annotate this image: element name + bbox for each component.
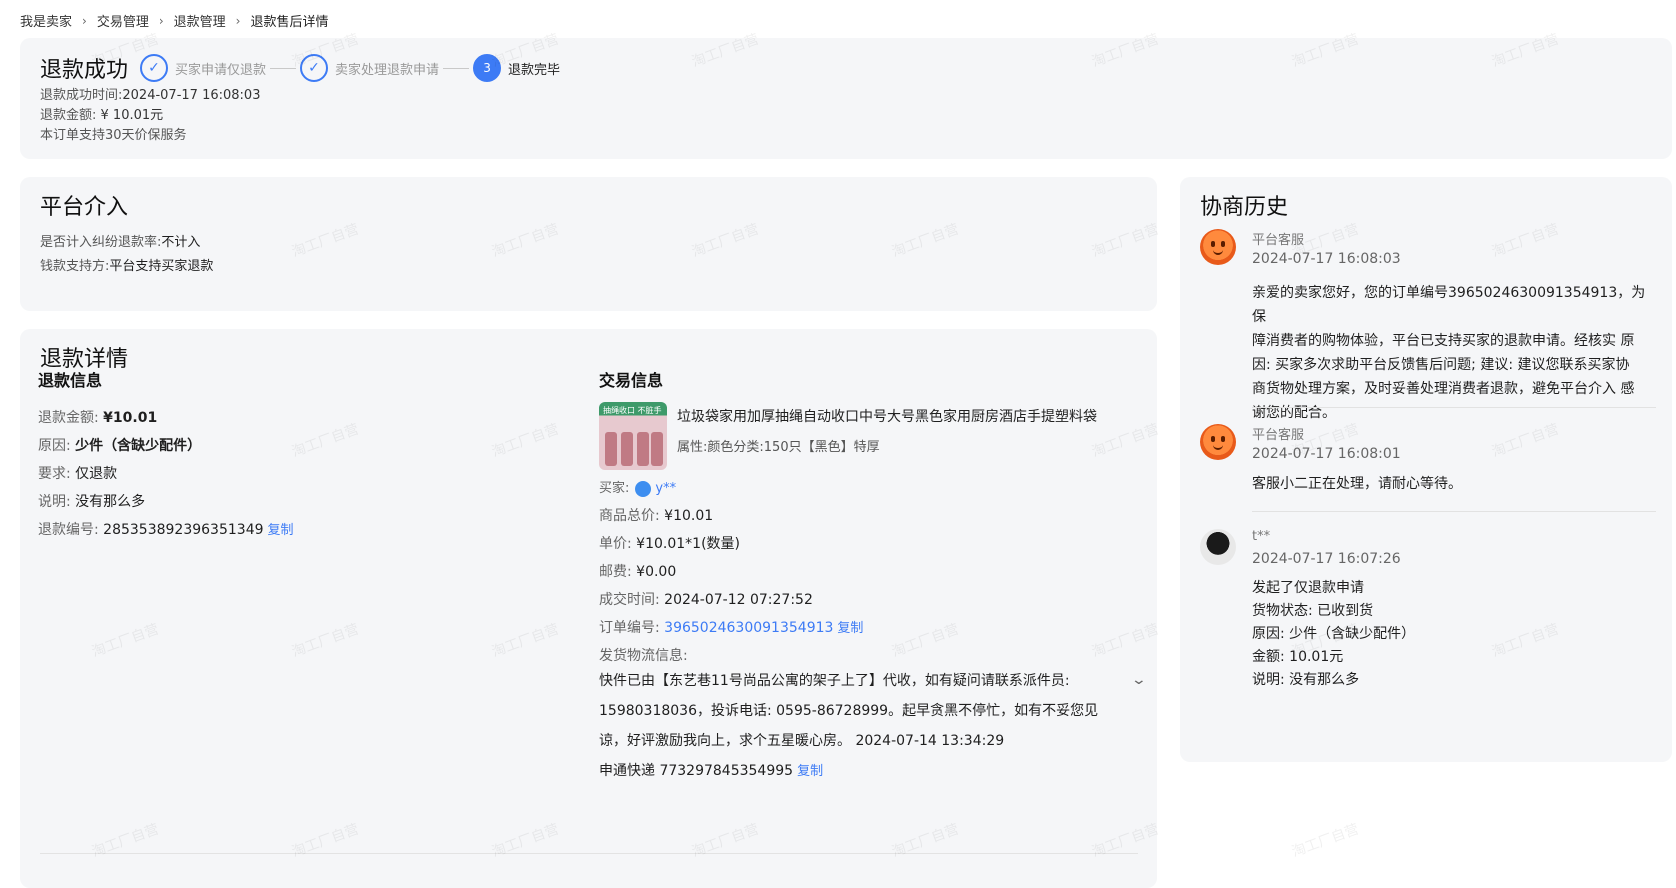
breadcrumb-refund[interactable]: 退款管理 (174, 11, 226, 30)
reason-value: 少件（含缺少配件） (75, 438, 202, 454)
status-details: 退款成功时间:2024-07-17 16:08:03 退款金额: ¥ 10.01… (40, 86, 260, 146)
note-value: 没有那么多 (75, 494, 146, 510)
deal-time: 2024-07-12 07:27:52 (664, 592, 813, 608)
refund-amount: ¥ 10.01元 (100, 108, 164, 123)
breadcrumb-current: 退款售后详情 (250, 15, 329, 30)
refund-amount-label: 退款金额: (38, 410, 99, 426)
history-entry: 平台客服 2024-07-17 16:08:01 客服小二正在处理，请耐心等待。 (1200, 424, 1656, 512)
step-connector (270, 67, 297, 69)
success-time: 2024-07-17 16:08:03 (122, 88, 261, 103)
service-avatar (1200, 229, 1236, 265)
check-icon: ✓ (140, 54, 169, 82)
divider (40, 853, 1138, 854)
buyer-label: 买家: (599, 481, 630, 496)
copy-order-no-link[interactable]: 复制 (837, 621, 863, 636)
request-value: 仅退款 (75, 466, 118, 482)
order-no-link[interactable]: 3965024630091354913 (664, 620, 833, 636)
step-buyer-apply: ✓ 买家申请仅退款 (140, 54, 266, 82)
buyer-avatar (1200, 529, 1236, 565)
dispute-value: 不计入 (161, 235, 201, 250)
history-title: 协商历史 (1200, 195, 1289, 220)
platform-title: 平台介入 (40, 195, 129, 220)
negotiation-history-card: 协商历史 平台客服 2024-07-17 16:08:03 亲爱的卖家您好，您的… (1180, 177, 1672, 762)
refund-info-title: 退款信息 (38, 371, 103, 390)
product-title-link[interactable]: 垃圾袋家用加厚抽绳自动收口中号大号黑色家用厨房酒店手提塑料袋 (677, 406, 1097, 426)
watermark: 淘工厂自营 (1289, 821, 1361, 861)
history-entry: t** 2024-07-17 16:07:26 发起了仅退款申请 货物状态: 已… (1200, 529, 1656, 709)
history-time: 2024-07-17 16:07:26 (1252, 551, 1401, 567)
unit-price: ¥10.01*1(数量) (636, 536, 740, 552)
breadcrumb-trade[interactable]: 交易管理 (97, 11, 149, 30)
history-message: 发起了仅退款申请 货物状态: 已收到货 原因: 少件（含缺少配件） 金额: 10… (1252, 580, 1416, 688)
logistics-info: 快件已由【东艺巷11号尚品公寓的架子上了】代收，如有疑问请联系派件员: 1598… (599, 666, 1119, 787)
status-title: 退款成功 (40, 58, 129, 83)
logistics-label: 发货物流信息: (599, 648, 688, 664)
step-label: 退款完毕 (508, 62, 561, 78)
history-time: 2024-07-17 16:08:01 (1252, 446, 1401, 462)
postage-label: 邮费: (599, 564, 632, 580)
payer-value: 平台支持买家退款 (109, 259, 214, 274)
service-avatar (1200, 424, 1236, 460)
courier-name: 申通快递 (599, 763, 655, 779)
breadcrumb-seller[interactable]: 我是卖家 (20, 11, 72, 30)
refund-no-label: 退款编号: (38, 522, 99, 538)
chevron-right-icon: › (158, 13, 164, 28)
total-price-label: 商品总价: (599, 508, 660, 524)
step-number: 3 (473, 54, 502, 82)
refund-amount-label: 退款金额: (40, 108, 97, 123)
request-label: 要求: (38, 466, 71, 482)
step-label: 买家申请仅退款 (175, 62, 267, 78)
order-no-label: 订单编号: (599, 620, 660, 636)
refund-status-card: 退款成功 ✓ 买家申请仅退款 ✓ 卖家处理退款申请 3 退款完毕 退款成功时间:… (20, 38, 1672, 159)
breadcrumb: 我是卖家 › 交易管理 › 退款管理 › 退款售后详情 (20, 11, 329, 31)
tracking-no: 773297845354995 (659, 763, 794, 779)
note-label: 说明: (38, 494, 71, 510)
refund-amount: ¥10.01 (103, 410, 158, 426)
step-label: 卖家处理退款申请 (335, 62, 440, 78)
history-sender: t** (1252, 529, 1271, 544)
step-seller-process: ✓ 卖家处理退款申请 (300, 54, 439, 82)
buyer-avatar-icon (635, 480, 652, 497)
copy-refund-no-link[interactable]: 复制 (268, 523, 294, 538)
attr-value: 颜色分类:150只【黑色】特厚 (707, 440, 880, 455)
step-connector (443, 67, 470, 69)
attr-label: 属性: (677, 440, 708, 455)
history-divider (1252, 407, 1656, 408)
chevron-down-icon[interactable]: ⌄ (1131, 672, 1147, 688)
deal-time-label: 成交时间: (599, 592, 660, 608)
chevron-right-icon: › (235, 13, 241, 28)
history-sender: 平台客服 (1252, 233, 1305, 248)
unit-price-label: 单价: (599, 536, 632, 552)
history-sender: 平台客服 (1252, 428, 1305, 443)
logistics-line: 谅，好评激励我向上，求个五星暖心房。 2024-07-14 13:34:29 (599, 733, 1005, 749)
history-entry: 平台客服 2024-07-17 16:08:03 亲爱的卖家您好，您的订单编号3… (1200, 229, 1656, 421)
step-refund-complete: 3 退款完毕 (473, 54, 560, 82)
refund-detail-card: 退款详情 退款信息 退款金额: ¥10.01 原因: 少件（含缺少配件） 要求:… (20, 329, 1157, 888)
product-image[interactable]: 抽绳收口 不脏手 (599, 402, 667, 470)
logistics-line: 快件已由【东艺巷11号尚品公寓的架子上了】代收，如有疑问请联系派件员: (599, 673, 1070, 689)
buyer-name-link[interactable]: y** (655, 481, 676, 496)
copy-tracking-link[interactable]: 复制 (797, 764, 823, 779)
history-time: 2024-07-17 16:08:03 (1252, 251, 1401, 267)
refund-no: 285353892396351349 (103, 522, 264, 538)
reason-label: 原因: (38, 438, 71, 454)
logistics-line: 15980318036，投诉电话: 0595-86728999。起早贪黑不停忙，… (599, 703, 1099, 719)
success-time-label: 退款成功时间: (40, 88, 123, 103)
payer-label: 钱款支持方: (40, 259, 110, 274)
product-image-tag: 抽绳收口 不脏手 (603, 406, 662, 415)
dispute-label: 是否计入纠纷退款率: (40, 235, 162, 250)
total-price: ¥10.01 (664, 508, 714, 524)
trade-info-title: 交易信息 (599, 371, 664, 390)
history-message: 客服小二正在处理，请耐心等待。 (1252, 476, 1462, 492)
history-message: 亲爱的卖家您好，您的订单编号3965024630091354913，为保 障消费… (1252, 285, 1646, 421)
chevron-right-icon: › (82, 13, 87, 28)
history-divider (1252, 511, 1656, 512)
platform-intervention-card: 平台介入 是否计入纠纷退款率:不计入 钱款支持方:平台支持买家退款 (20, 177, 1157, 311)
check-icon: ✓ (300, 54, 329, 82)
postage: ¥0.00 (636, 564, 677, 580)
price-protection-note: 本订单支持30天价保服务 (40, 128, 187, 143)
